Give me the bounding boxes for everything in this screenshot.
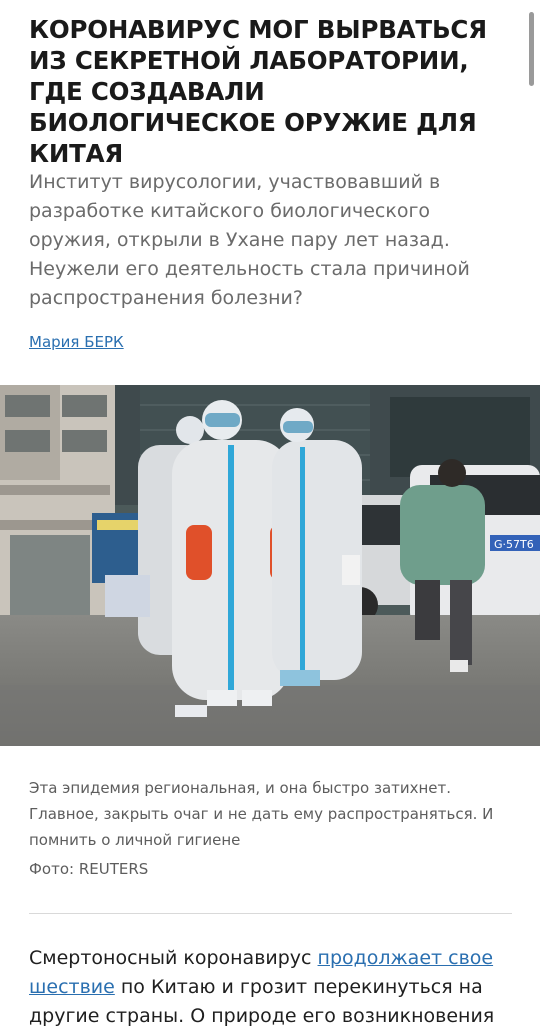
author-link[interactable]: Мария БЕРК xyxy=(29,333,124,351)
body-text-start: Смертоносный коронавирус xyxy=(29,947,318,969)
article-body-paragraph: Смертоносный коронавирус продолжает свое… xyxy=(29,944,504,1031)
photo-credit: Фото: REUTERS xyxy=(29,860,149,878)
article-headline: КОРОНАВИРУС МОГ ВЫРВАТЬСЯ ИЗ СЕКРЕТНОЙ Л… xyxy=(29,15,487,168)
license-plate-text: G·57T6 xyxy=(494,538,534,551)
article-lead: Институт вирусологии, участвовавший в ра… xyxy=(29,171,470,309)
article-photo: G·57T6 xyxy=(0,385,540,746)
photo-caption: Эта эпидемия региональная, и она быстро … xyxy=(29,779,494,849)
divider xyxy=(29,913,512,914)
scrollbar[interactable] xyxy=(529,12,534,86)
